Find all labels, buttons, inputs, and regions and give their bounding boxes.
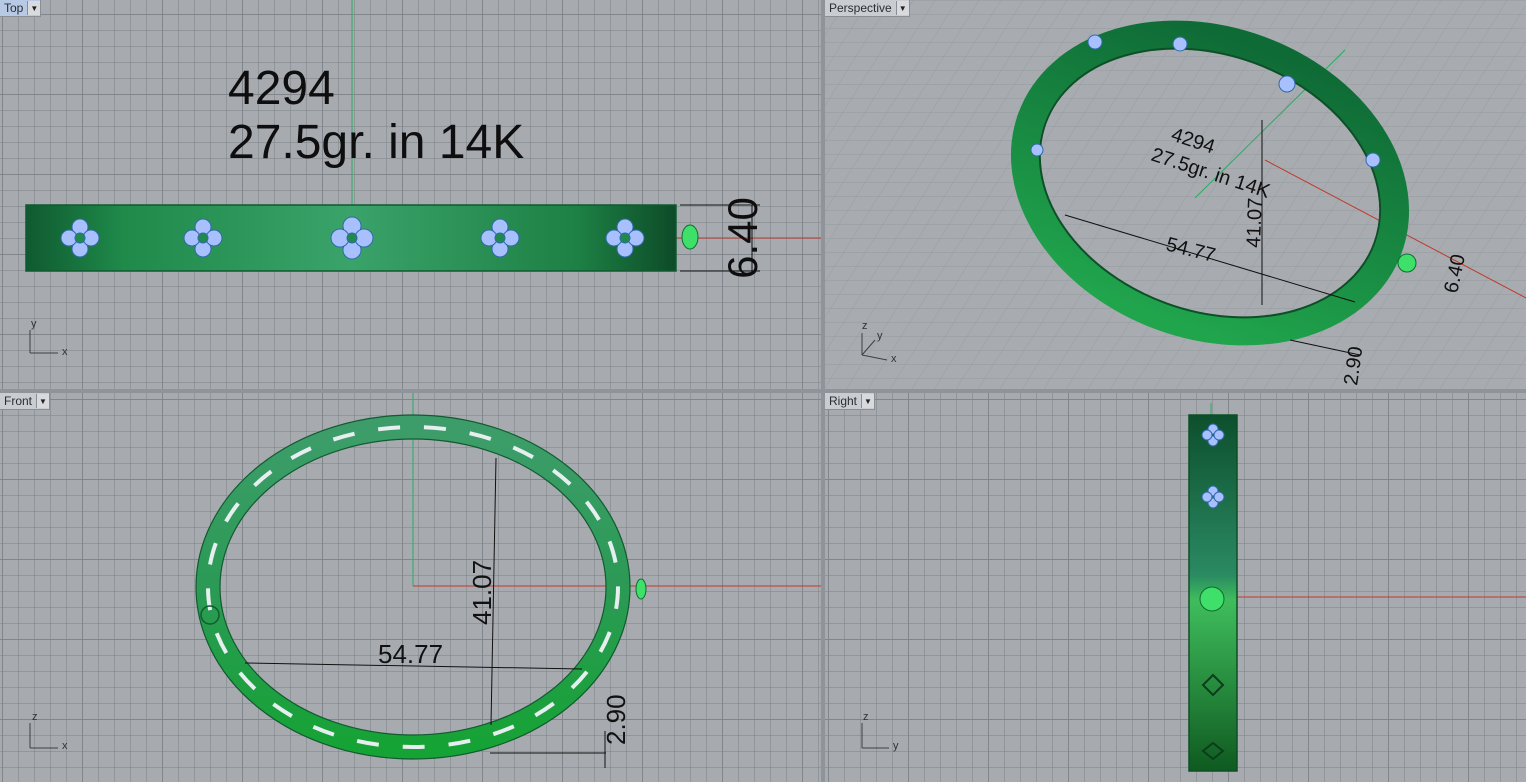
- perspective-depth-label: 41.07: [1243, 197, 1267, 248]
- viewport-perspective[interactable]: Perspective ▼ 4294 27.5gr. in 14K 54.77 …: [825, 0, 1526, 389]
- axis-label-z: z: [862, 320, 868, 332]
- axis-label-x: x: [891, 353, 897, 365]
- chevron-down-icon[interactable]: ▼: [27, 1, 41, 15]
- front-width-label: 54.77: [378, 639, 443, 669]
- axis-label-y: y: [893, 740, 899, 752]
- axis-gizmo: [29, 330, 58, 354]
- axis-label-x: x: [62, 740, 68, 752]
- viewport-top[interactable]: Top ▼ 4294 27.5gr. in 14K 6.40 y x: [0, 0, 821, 389]
- annotation-block: 4294 27.5gr. in 14K: [228, 62, 524, 170]
- axis-gizmo: [29, 723, 58, 749]
- dimension-height-label: 6.40: [719, 197, 766, 279]
- viewport-perspective-title: Perspective: [829, 1, 892, 15]
- clasp-pin: [1199, 586, 1225, 612]
- axis-label-x: x: [62, 346, 68, 358]
- viewport-front-title: Front: [4, 394, 33, 408]
- right-view-drawing: [861, 403, 1526, 772]
- top-view-drawing: 6.40: [25, 0, 821, 354]
- viewport-right-label[interactable]: Right ▼: [825, 393, 876, 410]
- axis-gizmo: [861, 723, 889, 749]
- viewport-top-title: Top: [4, 1, 24, 15]
- model-number-text: 4294: [228, 62, 335, 115]
- axis-label-y: y: [877, 330, 883, 342]
- viewport-perspective-label[interactable]: Perspective ▼: [825, 0, 910, 17]
- axis-label-z: z: [863, 711, 869, 723]
- viewport-front[interactable]: Front ▼ 54.77 41.07 2.90 z x: [0, 393, 821, 782]
- front-thickness-label: 2.90: [601, 694, 631, 745]
- axis-label-z: z: [32, 711, 38, 723]
- viewport-front-label[interactable]: Front ▼: [0, 393, 51, 410]
- chevron-down-icon[interactable]: ▼: [861, 394, 875, 408]
- clasp-pin: [681, 224, 699, 250]
- weight-text: 27.5gr. in 14K: [228, 116, 525, 169]
- clasp-pin: [1397, 253, 1417, 273]
- clasp-pin: [635, 578, 647, 600]
- chevron-down-icon[interactable]: ▼: [36, 394, 50, 408]
- viewport-top-label[interactable]: Top ▼: [0, 0, 42, 17]
- front-depth-label: 41.07: [467, 560, 497, 625]
- front-view-drawing: 54.77 41.07 2.90: [29, 393, 821, 768]
- viewport-right[interactable]: Right ▼ z y: [825, 393, 1526, 782]
- chevron-down-icon[interactable]: ▼: [895, 1, 909, 15]
- axis-label-y: y: [31, 318, 37, 330]
- viewport-right-title: Right: [829, 394, 858, 408]
- perspective-view-drawing: 4294 27.5gr. in 14K 54.77 41.07 6.40 2.9…: [825, 0, 1526, 389]
